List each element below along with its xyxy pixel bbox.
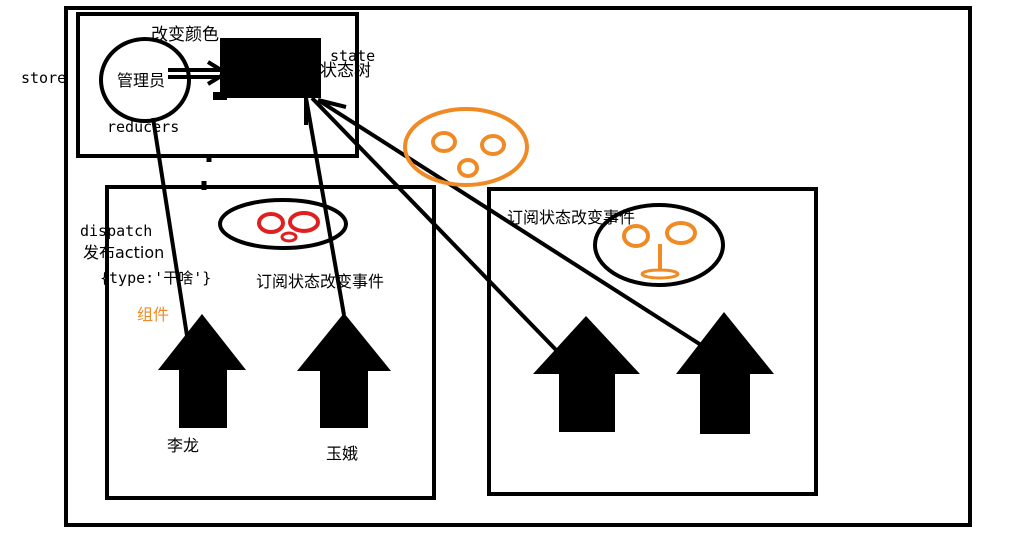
outer-frame [64,6,972,527]
label-person-yu-e: 玉娥 [326,444,358,463]
label-state-tree: 状态树 [320,61,371,81]
label-publish-action: 发布action [83,243,164,262]
up-arrow-icon-4 [676,312,774,434]
label-subscribe-right: 订阅状态改变事件 [507,208,635,227]
redux-diagram: store 改变颜色 管理员 state 状态树 reducers dispat… [21,6,972,527]
label-store: store [21,69,66,87]
label-dispatch: dispatch [80,222,152,240]
up-arrow-icon-3 [533,316,640,432]
label-action-object: {type:'干啥'} [100,269,211,287]
state-tree-block-notch [213,92,227,100]
label-component: 组件 [137,305,169,324]
label-change-color: 改变颜色 [151,25,219,45]
up-arrow-icon-2 [297,313,391,428]
state-tree-block [220,38,321,98]
label-person-li-long: 李龙 [167,436,199,455]
label-admin: 管理员 [117,71,165,90]
up-arrow-icon-1 [158,314,246,428]
orange-face-icon-large [403,107,529,187]
component-box-right [487,187,818,496]
label-reducers: reducers [107,118,179,136]
label-subscribe-middle: 订阅状态改变事件 [256,272,384,291]
admin-to-state-arrow [168,60,230,86]
